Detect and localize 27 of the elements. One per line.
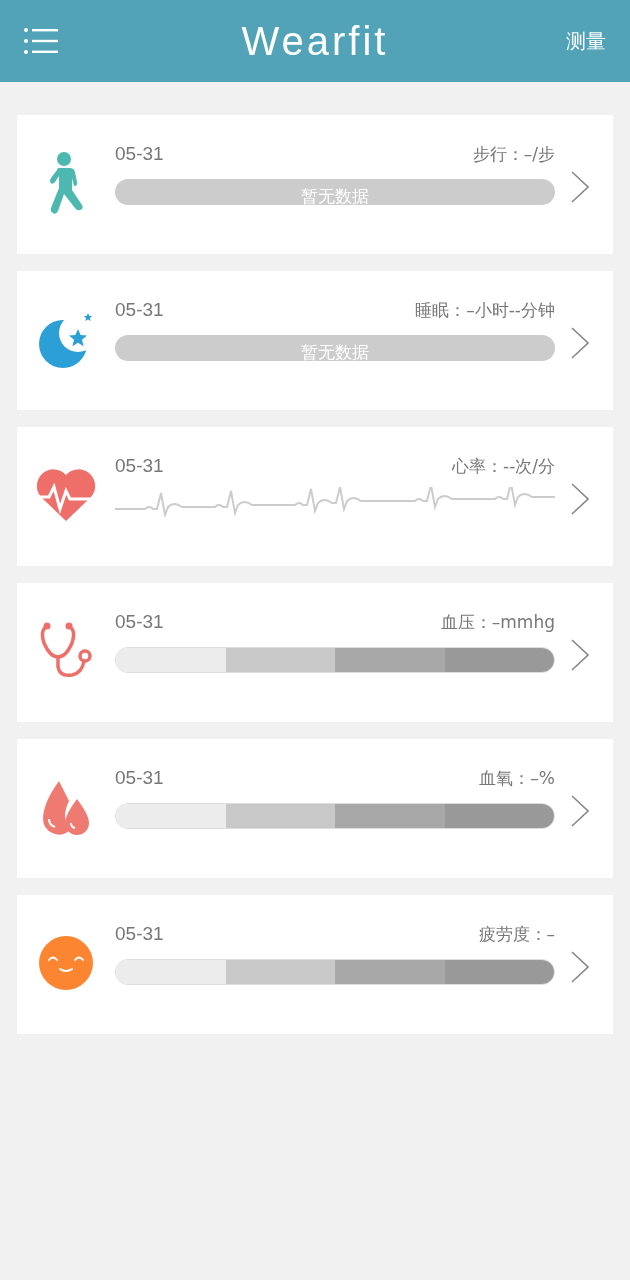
heart-pulse-icon	[35, 467, 97, 523]
menu-icon[interactable]	[24, 28, 58, 54]
date-label: 05-31	[115, 455, 164, 477]
measure-button[interactable]: 测量	[556, 27, 606, 55]
reading-label: 睡眠：–小时--分钟	[415, 299, 555, 322]
reading-label: 心率：--次/分	[452, 455, 555, 478]
metric-card[interactable]: 05-31 血压：–mmhg	[17, 583, 613, 722]
chevron-right-icon[interactable]	[571, 327, 589, 359]
chevron-right-icon[interactable]	[571, 951, 589, 983]
chevron-right-icon[interactable]	[571, 171, 589, 203]
metric-card[interactable]: 05-31 疲劳度：–	[17, 895, 613, 1034]
smiley-face-icon	[39, 936, 93, 990]
reading-label: 血压：–mmhg	[440, 611, 555, 634]
date-label: 05-31	[115, 923, 164, 945]
reading-label: 步行：–/步	[472, 143, 555, 166]
date-label: 05-31	[115, 143, 164, 165]
chevron-right-icon[interactable]	[571, 795, 589, 827]
metric-card[interactable]: 05-31 心率：--次/分	[17, 427, 613, 566]
reading-label: 疲劳度：–	[478, 923, 555, 946]
chevron-right-icon[interactable]	[571, 483, 589, 515]
date-label: 05-31	[115, 767, 164, 789]
reading-label: 血氧：–%	[479, 767, 555, 790]
app-title: Wearfit	[241, 18, 389, 64]
chevron-right-icon[interactable]	[571, 639, 589, 671]
metric-card[interactable]: 05-31 血氧：–%	[17, 739, 613, 878]
date-label: 05-31	[115, 299, 164, 321]
date-label: 05-31	[115, 611, 164, 633]
